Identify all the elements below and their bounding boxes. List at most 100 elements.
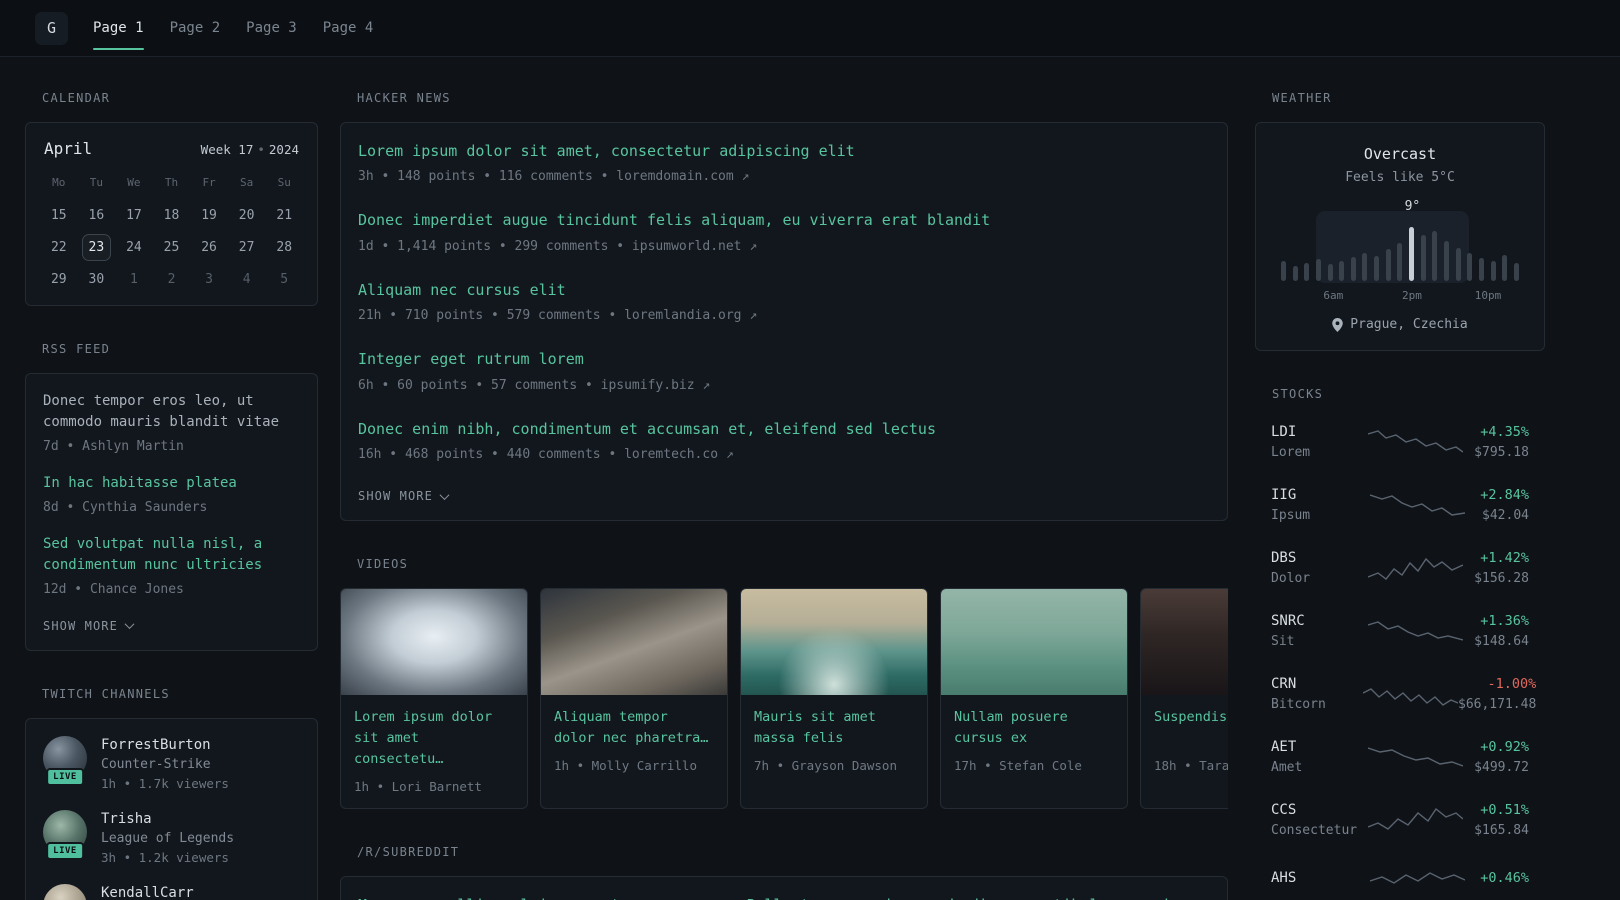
temp-bar [1281,261,1286,281]
weather-location-label: Prague, Czechia [1350,317,1468,332]
video-card: Aliquam tempor dolor nec pharetra… 1h • … [540,588,728,809]
hackernews-item-meta: 16h • 468 points • 440 comments • loremt… [358,447,734,462]
stock-row[interactable]: CRN Bitcorn -1.00% $66,171.48 [1271,676,1536,712]
video-title[interactable]: Nullam posuere cursus ex [954,707,1114,749]
stock-symbol: IIG [1271,487,1297,503]
hackernews-item-title[interactable]: Donec enim nibh, condimentum et accumsan… [358,418,1210,441]
subreddit-post-title[interactable]: Maecenas mollis pulvinar erat non posuer… [358,894,1210,900]
hackernews-widget-title: HACKER NEWS [357,91,451,105]
video-thumbnail[interactable] [941,589,1127,696]
tab-page-2[interactable]: Page 2 [170,0,221,57]
calendar-day: 26 [201,240,217,255]
videos-widget-title: VIDEOS [357,557,409,572]
video-thumbnail[interactable] [341,589,527,696]
tab-page-4[interactable]: Page 4 [323,0,374,57]
video-body: Lorem ipsum dolor sit amet consectetu… 1… [341,695,527,808]
temp-bar [1327,264,1333,281]
weather-widget: WEATHER Overcast Feels like 5°C 9° 6am 2… [1255,91,1545,351]
rss-item: Sed volutpat nulla nisl, a condimentum n… [43,534,300,599]
hackernews-show-more-button[interactable]: SHOW MORE [358,487,450,503]
channel-avatar[interactable] [43,883,87,900]
temp-bar [1443,241,1449,281]
hackernews-card: Lorem ipsum dolor sit amet, consectetur … [340,122,1228,522]
calendar-day: 21 [276,208,293,223]
channel-avatar[interactable]: LIVE [43,735,87,786]
temp-bar [1455,248,1461,281]
stocks-widget: STOCKS LDI Lorem +4.35% $795.18 IIG Ipsu… [1255,387,1545,895]
channel-avatar[interactable]: LIVE [43,809,87,860]
stock-symbol: DBS [1271,550,1297,566]
video-title[interactable]: Lorem ipsum dolor sit amet consectetu… [354,707,514,770]
twitch-channel[interactable]: KendallCarr [43,883,300,900]
video-thumbnail[interactable] [741,589,927,696]
twitch-channel[interactable]: LIVE Trisha League of Legends 3h • 1.2k … [43,809,300,865]
video-thumbnail[interactable] [1141,589,1228,696]
rss-item-title[interactable]: In hac habitasse platea [43,473,300,494]
rss-item: In hac habitasse platea 8d • Cynthia Sau… [43,473,300,517]
temp-bar [1339,261,1345,281]
stock-sparkline [1370,872,1466,884]
stock-change: +0.51% [1480,802,1529,818]
twitch-channel[interactable]: LIVE ForrestBurton Counter-Strike 1h • 1… [43,735,300,791]
chevron-down-icon [439,489,450,500]
stock-id: IIG Ipsum [1271,487,1363,523]
stock-id: AHS [1271,870,1363,891]
rss-item-title[interactable]: Sed volutpat nulla nisl, a condimentum n… [43,534,300,576]
stock-change: +1.42% [1480,550,1529,566]
hackernews-item: Donec imperdiet augue tincidunt felis al… [358,209,1210,255]
stock-symbol: AET [1271,739,1297,755]
video-meta: 18h • Tara [1154,758,1228,774]
stock-row[interactable]: AET Amet +0.92% $499.72 [1271,739,1529,775]
video-title[interactable]: Suspendisse diam [1154,707,1228,749]
video-title[interactable]: Mauris sit amet massa felis [754,707,914,749]
rss-item-title[interactable]: Donec tempor eros leo, ut commodo mauris… [43,391,300,433]
calendar-day: 24 [126,240,142,255]
stock-id: CRN Bitcorn [1271,676,1363,712]
channel-info: Trisha League of Legends 3h • 1.2k viewe… [101,810,234,865]
calendar-dow: We [127,176,141,189]
channel-name[interactable]: ForrestBurton [101,737,229,753]
stock-row[interactable]: LDI Lorem +4.35% $795.18 [1271,424,1529,460]
chevron-down-icon [124,619,135,630]
hackernews-item-meta: 3h • 148 points • 116 comments • loremdo… [358,169,750,185]
stock-values: +2.84% $42.04 [1480,487,1529,523]
stock-row[interactable]: SNRC Sit +1.36% $148.64 [1271,613,1529,649]
stock-price: $499.72 [1474,760,1529,775]
dashboard: CALENDAR April Week 17 • 2024 Mo Tu We Th … [0,57,1620,900]
stock-id: AET Amet [1271,739,1363,775]
stocks-widget-title: STOCKS [1272,387,1324,401]
stock-row[interactable]: AHS +0.46% [1271,865,1529,895]
tab-page-1[interactable]: Page 1 [93,0,144,57]
subreddit-post: Maecenas mollis pulvinar erat non posuer… [358,894,1210,900]
channel-name[interactable]: Trisha [101,811,234,827]
hackernews-item-title[interactable]: Integer eget rutrum lorem [358,348,1210,371]
show-more-label: SHOW MORE [43,618,118,633]
app-logo[interactable]: G [35,11,68,45]
calendar-day-next-month: 2 [167,272,176,287]
temp-bar [1304,263,1310,281]
calendar-year: 2024 [268,142,299,157]
calendar-dow: Fr [202,176,216,189]
video-meta: 7h • Grayson Dawson [754,758,897,774]
hackernews-item-title[interactable]: Donec imperdiet augue tincidunt felis al… [358,209,1210,232]
stock-values: +0.51% $165.84 [1474,802,1529,838]
hackernews-item-title[interactable]: Lorem ipsum dolor sit amet, consectetur … [358,140,1210,163]
stock-row[interactable]: IIG Ipsum +2.84% $42.04 [1271,487,1529,523]
stock-row[interactable]: CCS Consectetur +0.51% $165.84 [1271,802,1529,838]
stock-values: -1.00% $66,171.48 [1458,676,1536,712]
hackernews-item-title[interactable]: Aliquam nec cursus elit [358,279,1210,302]
time-label: 2pm [1401,289,1422,302]
calendar-day: 22 [50,240,67,255]
tab-page-3[interactable]: Page 3 [246,0,297,57]
rss-item-meta: 8d • Cynthia Saunders [43,500,208,516]
subreddit-card: Maecenas mollis pulvinar erat non posuer… [340,875,1228,900]
video-title[interactable]: Aliquam tempor dolor nec pharetra… [554,707,714,749]
stock-row[interactable]: DBS Dolor +1.42% $156.28 [1271,550,1529,586]
calendar-widget: CALENDAR April Week 17 • 2024 Mo Tu We Th … [25,91,318,306]
rss-show-more-button[interactable]: SHOW MORE [43,617,135,633]
channel-name[interactable]: KendallCarr [101,885,194,900]
videos-widget: VIDEOS Lorem ipsum dolor sit amet consec… [340,557,1228,809]
video-thumbnail[interactable] [541,589,727,696]
stocks-list: LDI Lorem +4.35% $795.18 IIG Ipsum +2.84… [1255,418,1545,895]
weather-hourly-chart: 9° 6am 2pm 10pm [1276,199,1524,303]
